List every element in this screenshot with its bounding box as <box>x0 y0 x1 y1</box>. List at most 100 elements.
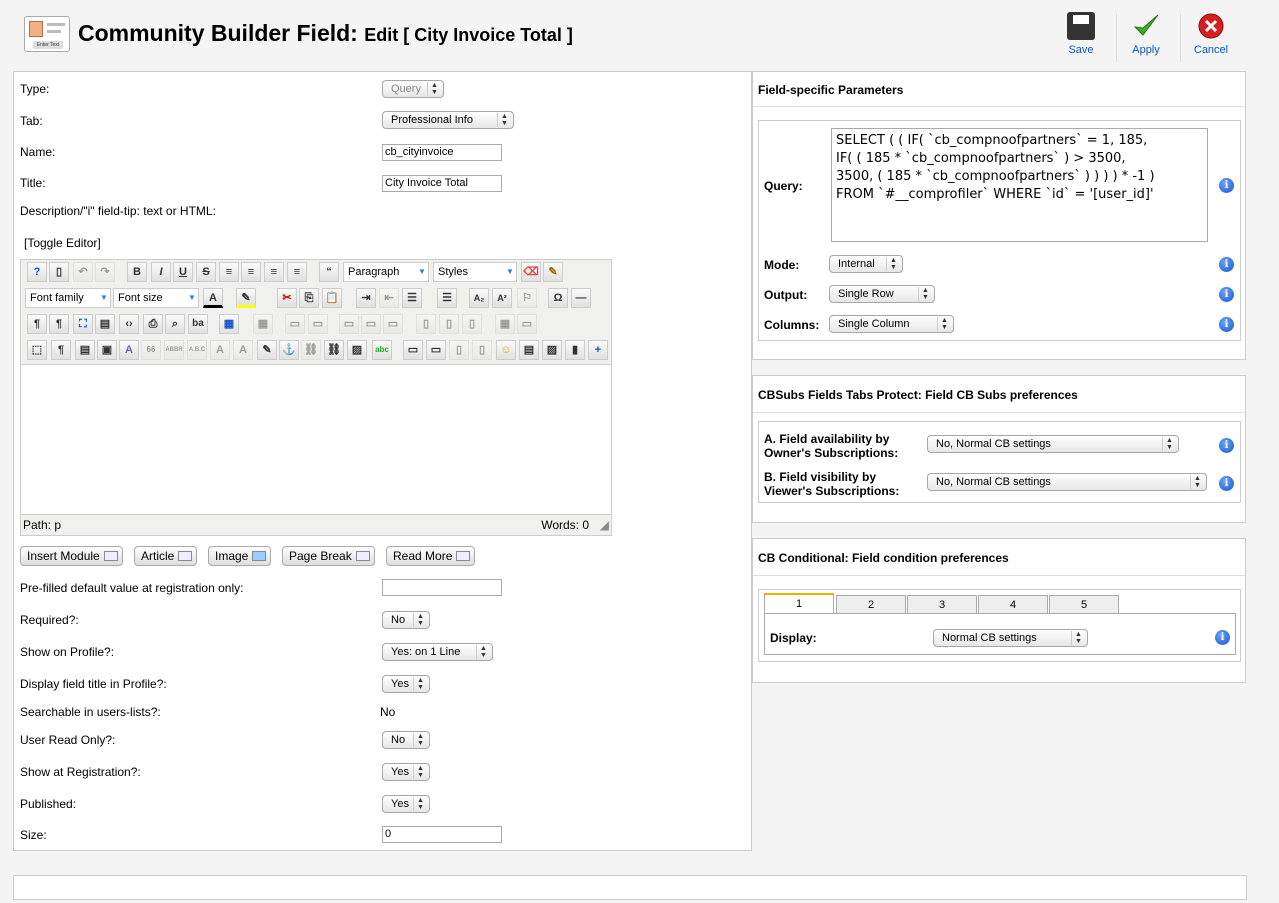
cleanup-broom-icon[interactable]: ✎ <box>543 262 563 282</box>
omega-icon[interactable]: Ω <box>548 288 568 308</box>
styles-select[interactable]: Styles ▼ <box>433 262 517 282</box>
info-icon[interactable]: i <box>1215 630 1230 645</box>
template-icon[interactable]: ▤ <box>75 340 95 360</box>
align-right-icon[interactable]: ≡ <box>287 262 307 282</box>
undo-icon[interactable]: ↶ <box>73 262 93 282</box>
output-select[interactable]: Single Row ▲ ▼ <box>829 285 935 303</box>
cancel-button[interactable]: Cancel <box>1183 12 1239 62</box>
font-size-select[interactable]: Font size ▼ <box>113 288 199 308</box>
attributes-icon[interactable]: ✎ <box>257 340 277 360</box>
field-availability-select[interactable]: No, Normal CB settings ▲ ▼ <box>927 435 1179 453</box>
field-visibility-select[interactable]: No, Normal CB settings ▲ ▼ <box>927 473 1207 491</box>
preview-icon[interactable]: ▤ <box>95 314 115 334</box>
split-cells-icon[interactable]: ▦ <box>495 314 515 334</box>
info-icon[interactable]: i <box>1219 178 1234 193</box>
align-left-icon[interactable]: ≡ <box>264 262 284 282</box>
cut-icon[interactable]: ✂ <box>277 288 297 308</box>
required-select[interactable]: No ▲ ▼ <box>382 611 430 629</box>
unlink-icon[interactable]: ⛓ <box>301 340 321 360</box>
insert-row-before-icon[interactable]: ▭ <box>339 314 359 334</box>
media-icon[interactable]: ▤ <box>519 340 539 360</box>
align-center-icon[interactable]: ≡ <box>241 262 261 282</box>
mode-select[interactable]: Internal ▲ ▼ <box>829 255 903 273</box>
unordered-list-icon[interactable]: ☰ <box>437 288 457 308</box>
code-icon[interactable]: ‹› <box>119 314 139 334</box>
columns-select[interactable]: Single Column ▲ ▼ <box>829 315 954 333</box>
resize-handle-icon[interactable]: ◢ <box>600 516 609 535</box>
delete-table-icon[interactable]: ▦ <box>253 314 273 334</box>
ordered-list-icon[interactable]: ☰ <box>402 288 422 308</box>
row-props-icon[interactable]: ▭ <box>285 314 305 334</box>
show-blocks-icon[interactable]: ¶ <box>51 340 71 360</box>
link-icon[interactable]: ⛓ <box>324 340 344 360</box>
abbr-icon[interactable]: ABBR <box>164 340 184 360</box>
help-icon[interactable]: ? <box>27 262 47 282</box>
info-icon[interactable]: i <box>1219 438 1234 453</box>
tab-3[interactable]: 3 <box>907 595 977 613</box>
layer-icon[interactable]: ▣ <box>97 340 117 360</box>
cite-icon[interactable]: 66 <box>141 340 161 360</box>
copy-icon[interactable]: ⎘ <box>299 288 319 308</box>
image-button[interactable]: Image <box>208 546 272 566</box>
query-textarea[interactable]: SELECT ( ( IF( `cb_compnoofpartners` = 1… <box>831 128 1208 242</box>
title-input[interactable]: City Invoice Total <box>382 175 502 192</box>
style-props-icon[interactable]: A <box>119 340 139 360</box>
new-document-icon[interactable]: ▯ <box>49 262 69 282</box>
fullscreen-icon[interactable]: ⛶ <box>73 314 93 334</box>
underline-icon[interactable]: U <box>173 262 193 282</box>
prefilled-input[interactable] <box>382 579 502 596</box>
name-input[interactable]: cb_cityinvoice <box>382 144 502 161</box>
info-icon[interactable]: i <box>1219 476 1234 491</box>
spellchecker-icon[interactable]: abc <box>372 340 392 360</box>
show-profile-select[interactable]: Yes: on 1 Line ▲ ▼ <box>382 643 493 661</box>
insert-image-icon[interactable]: ▨ <box>542 340 562 360</box>
published-select[interactable]: Yes ▲ ▼ <box>382 795 430 813</box>
cell-props-icon[interactable]: ▭ <box>308 314 328 334</box>
rtl-icon[interactable]: ¶ <box>49 314 69 334</box>
merge-cells-icon[interactable]: ▭ <box>517 314 537 334</box>
replace-icon[interactable]: ba <box>188 314 208 334</box>
read-more-button[interactable]: Read More <box>386 546 476 566</box>
spellcheck-icon[interactable]: ⚐ <box>517 288 537 308</box>
toggle-editor-link[interactable]: [Toggle Editor] <box>24 236 101 250</box>
insert-date-icon[interactable]: + <box>588 340 608 360</box>
tab-5[interactable]: 5 <box>1049 595 1119 613</box>
hr-icon[interactable]: ▭ <box>403 340 423 360</box>
bold-icon[interactable]: B <box>127 262 147 282</box>
paste-word-icon[interactable]: ▯ <box>472 340 492 360</box>
insert-col-after-icon[interactable]: ▯ <box>439 314 459 334</box>
size-input[interactable]: 0 <box>382 826 502 843</box>
pagebreak-icon[interactable]: ▭ <box>426 340 446 360</box>
outdent-icon[interactable]: ⇤ <box>379 288 399 308</box>
indent-icon[interactable]: ⇥ <box>356 288 376 308</box>
search-icon[interactable]: ⌕ <box>165 314 185 334</box>
info-icon[interactable]: i <box>1219 257 1234 272</box>
info-icon[interactable]: i <box>1219 287 1234 302</box>
display-select[interactable]: Normal CB settings ▲ ▼ <box>933 629 1088 647</box>
strikethrough-icon[interactable]: S <box>196 262 216 282</box>
table-icon[interactable]: ▦ <box>219 314 239 334</box>
ltr-icon[interactable]: ¶ <box>27 314 47 334</box>
insert-col-before-icon[interactable]: ▯ <box>416 314 436 334</box>
editor-content-area[interactable] <box>21 364 611 515</box>
type-select[interactable]: Query ▲ ▼ <box>382 80 444 98</box>
deletion-icon[interactable]: A <box>210 340 230 360</box>
redo-icon[interactable]: ↷ <box>95 262 115 282</box>
save-button[interactable]: Save <box>1053 12 1109 62</box>
apply-button[interactable]: Apply <box>1118 12 1174 62</box>
font-family-select[interactable]: Font family ▼ <box>25 288 111 308</box>
text-color-icon[interactable]: A <box>203 288 223 308</box>
page-break-button[interactable]: Page Break <box>282 546 375 566</box>
horizontal-rule-icon[interactable]: — <box>571 288 591 308</box>
blockquote-icon[interactable]: “ <box>319 262 339 282</box>
print-icon[interactable]: ⎙ <box>143 314 163 334</box>
visual-aid-icon[interactable]: ⬚ <box>27 340 47 360</box>
emotions-icon[interactable]: ☺ <box>496 340 516 360</box>
delete-row-icon[interactable]: ▭ <box>383 314 403 334</box>
superscript-icon[interactable]: A² <box>492 288 512 308</box>
delete-col-icon[interactable]: ▯ <box>462 314 482 334</box>
nonbreaking-icon[interactable]: ▯ <box>449 340 469 360</box>
tab-1[interactable]: 1 <box>764 593 834 613</box>
insert-module-button[interactable]: Insert Module <box>20 546 123 566</box>
format-select[interactable]: Paragraph ▼ <box>343 262 429 282</box>
